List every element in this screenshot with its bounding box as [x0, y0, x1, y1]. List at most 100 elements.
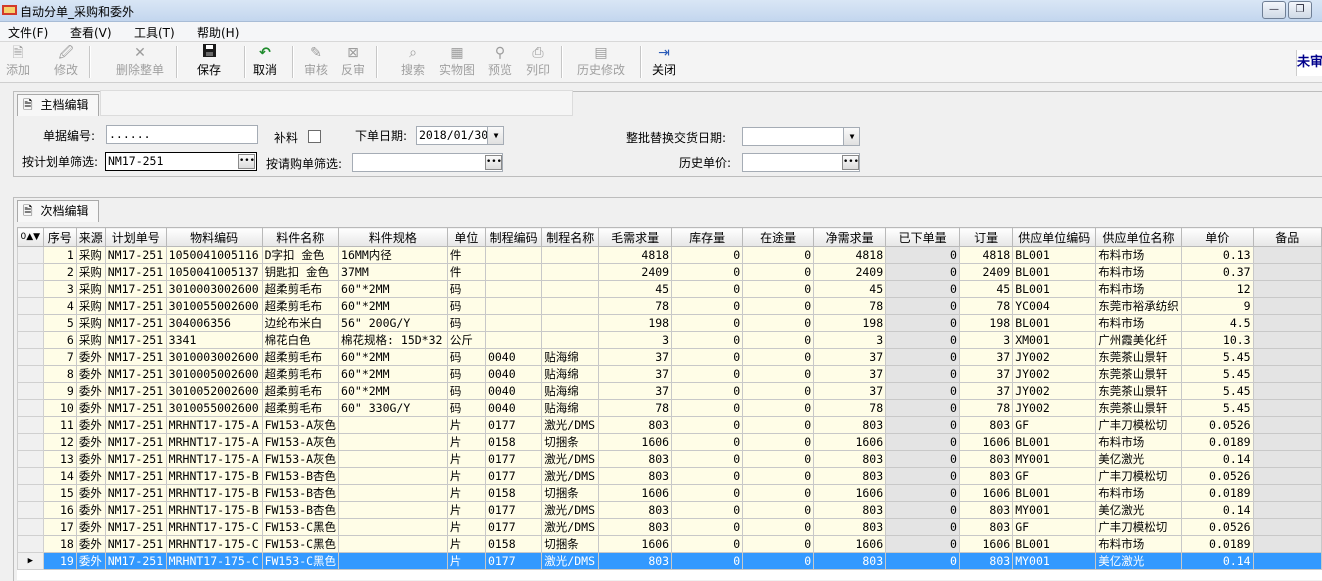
table-cell[interactable]: 0177 [484, 450, 543, 468]
table-cell[interactable] [484, 280, 543, 298]
tab-master-edit[interactable]: 🗎 主档编辑 [17, 94, 99, 116]
table-cell[interactable]: 3 [813, 331, 887, 349]
table-cell[interactable]: 78 [813, 399, 887, 417]
table-cell[interactable]: NM17-251 [104, 484, 167, 502]
unreview-button[interactable]: ⊠ 反审 [339, 44, 367, 80]
table-cell[interactable]: NM17-251 [104, 535, 167, 553]
table-row[interactable]: 10 委外 NM17-251 3010055002600 超柔剪毛布 60" 330G/Y… [17, 399, 1322, 417]
table-cell[interactable]: FW153-C黑色 [261, 535, 340, 553]
table-cell[interactable]: D字扣 金色 [261, 246, 340, 264]
table-cell[interactable]: 803 [958, 552, 1014, 570]
row-indicator[interactable] [17, 416, 44, 434]
table-cell[interactable]: 13 [42, 450, 77, 468]
table-cell[interactable]: 码 [446, 399, 486, 417]
doc-no-field[interactable]: ...... [106, 125, 258, 144]
table-cell[interactable]: GF [1012, 416, 1097, 434]
table-cell[interactable]: 1606 [958, 484, 1014, 502]
column-header[interactable]: 物料编码 [165, 227, 263, 247]
row-indicator[interactable] [17, 314, 44, 332]
table-cell[interactable]: 803 [958, 501, 1014, 519]
table-cell[interactable]: 东莞茶山景轩 [1095, 348, 1182, 366]
table-cell[interactable]: 10 [42, 399, 77, 417]
table-cell[interactable]: 0 [671, 501, 744, 519]
table-cell[interactable]: 0 [742, 280, 815, 298]
table-cell[interactable]: 布料市场 [1095, 314, 1182, 332]
table-row[interactable]: 1 采购 NM17-251 1050041005116 D字扣 金色 16MM内径件 481… [17, 246, 1322, 264]
table-cell[interactable]: FW153-A灰色 [261, 416, 340, 434]
menu-help[interactable]: 帮助(H) [197, 24, 239, 41]
table-cell[interactable]: 采购 [75, 263, 106, 281]
table-cell[interactable]: 803 [813, 416, 887, 434]
table-cell[interactable]: 委外 [75, 433, 106, 451]
table-cell[interactable]: 803 [598, 450, 673, 468]
table-cell[interactable]: 3010055002600 [165, 399, 263, 417]
table-cell[interactable]: 803 [958, 518, 1014, 536]
column-header[interactable]: 净需求量 [813, 227, 887, 247]
table-cell[interactable]: 6 [42, 331, 77, 349]
table-cell[interactable]: NM17-251 [104, 433, 167, 451]
table-cell[interactable]: 0177 [484, 501, 543, 519]
table-cell[interactable]: 贴海绵 [541, 365, 600, 383]
column-header[interactable]: 制程编码 [484, 227, 543, 247]
history-price-browse-button[interactable]: ••• [842, 155, 859, 170]
table-cell[interactable]: 0 [671, 552, 744, 570]
table-cell[interactable]: 17 [42, 518, 77, 536]
table-cell[interactable]: 0 [671, 331, 744, 349]
menu-file[interactable]: 文件(F) [8, 24, 48, 41]
table-cell[interactable]: 304006356 [165, 314, 263, 332]
table-cell[interactable]: 1606 [958, 433, 1014, 451]
table-cell[interactable]: 0.14 [1180, 501, 1254, 519]
table-row[interactable]: 14 委外 NM17-251 MRHNT17-175-B FW153-B杏色 片 0177 激… [17, 467, 1322, 485]
plan-filter-field[interactable]: NM17-251 [105, 152, 257, 171]
table-cell[interactable]: 60" 330G/Y [338, 399, 448, 417]
table-cell[interactable]: 0 [742, 331, 815, 349]
table-row[interactable]: 7 委外 NM17-251 3010003002600 超柔剪毛布 60"*2MM 码 004… [17, 348, 1322, 366]
table-row[interactable]: 3 采购 NM17-251 3010003002600 超柔剪毛布 60"*2MM 码 45 0… [17, 280, 1322, 298]
table-cell[interactable] [338, 450, 448, 468]
table-cell[interactable] [338, 552, 448, 570]
table-row[interactable]: 16 委外 NM17-251 MRHNT17-175-B FW153-B杏色 片 0177 激… [17, 501, 1322, 519]
table-cell[interactable]: 码 [446, 280, 486, 298]
table-cell[interactable]: 2409 [598, 263, 673, 281]
table-cell[interactable]: FW153-B杏色 [261, 484, 340, 502]
table-cell[interactable]: 0 [742, 399, 815, 417]
table-cell[interactable]: 委外 [75, 518, 106, 536]
table-cell[interactable]: 1050041005137 [165, 263, 263, 281]
table-cell[interactable]: 4 [42, 297, 77, 315]
table-cell[interactable]: 广丰刀模松切 [1095, 467, 1182, 485]
table-cell[interactable]: MRHNT17-175-C [165, 518, 263, 536]
table-cell[interactable]: 0 [742, 484, 815, 502]
table-cell[interactable]: 0 [671, 314, 744, 332]
table-cell[interactable]: 2 [42, 263, 77, 281]
table-cell[interactable]: FW153-A灰色 [261, 450, 340, 468]
table-cell[interactable]: FW153-B杏色 [261, 467, 340, 485]
table-cell[interactable]: NM17-251 [104, 314, 167, 332]
table-cell[interactable]: 3341 [165, 331, 263, 349]
table-cell[interactable]: NM17-251 [104, 263, 167, 281]
table-cell[interactable] [1252, 365, 1322, 383]
table-cell[interactable] [1252, 484, 1322, 502]
table-cell[interactable]: 0 [885, 467, 960, 485]
table-cell[interactable] [541, 297, 600, 315]
search-button[interactable]: ⌕ 搜索 [399, 44, 427, 80]
table-cell[interactable]: 0.14 [1180, 450, 1254, 468]
table-cell[interactable]: 委外 [75, 552, 106, 570]
table-cell[interactable]: FW153-C黑色 [261, 552, 340, 570]
table-cell[interactable]: 片 [446, 535, 486, 553]
table-cell[interactable]: 78 [598, 297, 673, 315]
table-row[interactable]: 6 采购 NM17-251 3341 棉花白色 棉花规格: 15D*32 公斤 3 0 0 3 0 3 X… [17, 331, 1322, 349]
table-cell[interactable]: 0 [885, 450, 960, 468]
row-indicator[interactable] [17, 501, 44, 519]
table-cell[interactable]: 广丰刀模松切 [1095, 518, 1182, 536]
table-cell[interactable]: 0 [671, 382, 744, 400]
row-indicator[interactable]: ▶ [17, 552, 44, 570]
row-indicator[interactable] [17, 433, 44, 451]
table-cell[interactable]: 0 [671, 399, 744, 417]
table-cell[interactable]: 激光/DMS [541, 552, 600, 570]
row-indicator[interactable] [17, 382, 44, 400]
table-row[interactable]: 2 采购 NM17-251 1050041005137 钥匙扣 金色 37MM 件 2409 0… [17, 263, 1322, 281]
table-cell[interactable]: BL001 [1012, 535, 1097, 553]
column-header[interactable]: 计划单号 [104, 227, 167, 247]
table-cell[interactable]: 件 [446, 246, 486, 264]
row-indicator[interactable] [17, 263, 44, 281]
